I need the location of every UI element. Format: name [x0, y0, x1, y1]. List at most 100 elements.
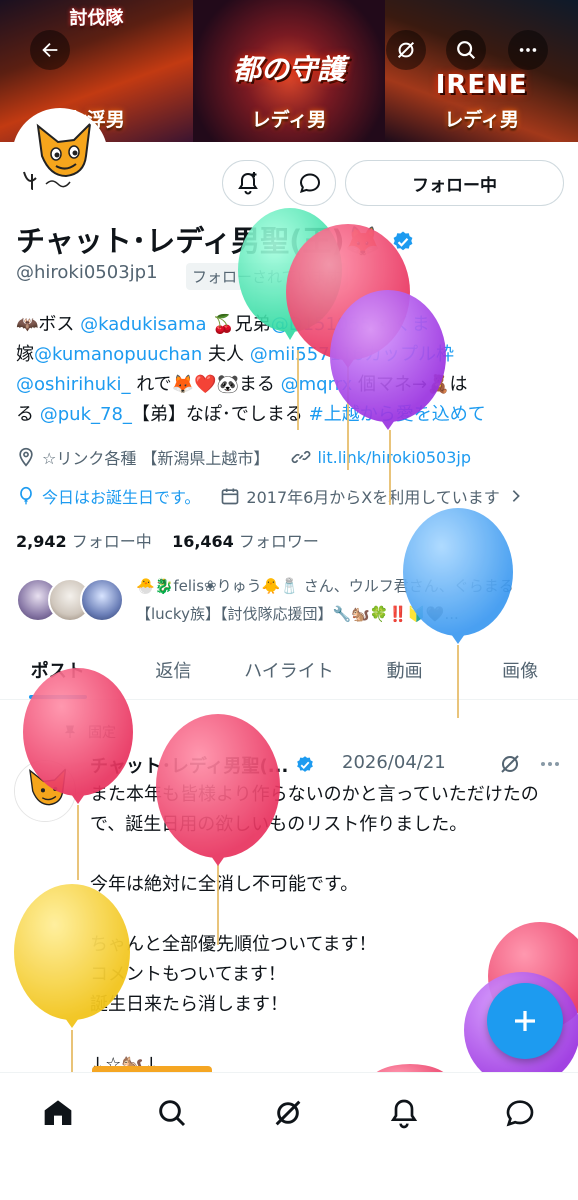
post-author-text: チャット･レディ男聖(... [90, 756, 289, 777]
messages-icon [506, 1100, 534, 1127]
tab-videos[interactable]: 動画 [347, 640, 463, 699]
location-row: ☆リンク各種 【新潟県上越市】 lit.link/hiroki0503jp [16, 445, 471, 469]
fox-mascot-avatar-icon [16, 112, 104, 200]
bottom-navigation [0, 1072, 578, 1200]
grok-icon [397, 41, 415, 59]
nav-notifications[interactable] [384, 1093, 424, 1133]
banner-panel-3: IRENE レディ男 [385, 0, 578, 142]
following-count-link[interactable]: 2,942 フォロー中 [16, 532, 152, 551]
back-button[interactable] [30, 30, 70, 70]
notify-button[interactable] [222, 160, 274, 206]
verified-badge-icon [393, 231, 413, 251]
birthday-text: 今日はお誕生日です。 [42, 488, 201, 507]
grok-icon[interactable] [498, 752, 522, 776]
bell-plus-icon [238, 172, 258, 195]
followers-count: 16,464 [172, 532, 234, 551]
tab-highlights[interactable]: ハイライト [231, 640, 347, 699]
bio-text: 嫁 [16, 344, 34, 365]
banner-panel-1-title: 討伐隊 [69, 8, 124, 29]
follows-you-badge: フォローされています [186, 263, 348, 290]
banner-panel-3-logo: IRENE [435, 70, 528, 100]
more-button[interactable] [508, 30, 548, 70]
bio-text: 個マネ→🧸は [357, 374, 468, 395]
nav-messages[interactable] [500, 1093, 540, 1133]
pin-icon [64, 725, 76, 738]
notifications-icon [390, 1099, 418, 1129]
post-author-name[interactable]: チャット･レディ男聖(... [90, 752, 315, 778]
tab-replies[interactable]: 返信 [116, 640, 232, 699]
profile-tabs: ポスト 返信 ハイライト 動画 画像 [0, 640, 578, 700]
bio-text: 🦇ボス [16, 314, 75, 335]
nav-grok[interactable] [268, 1093, 308, 1133]
mention-link[interactable]: @mii [250, 344, 296, 365]
birthday-row: 今日はお誕生日です。 2017年6月からXを利用しています [16, 484, 530, 508]
search-icon [457, 41, 476, 60]
location-text: ☆リンク各種 【新潟県上越市】 [42, 449, 270, 468]
tab-posts[interactable]: ポスト [0, 640, 116, 699]
nav-search[interactable] [152, 1093, 192, 1133]
bio-line-3: @oshirihuki_ れで🦊❤️🐼まる @mqrrx 個マネ→🧸は [16, 370, 568, 400]
chevron-right-icon[interactable] [508, 488, 524, 504]
fox-mascot-avatar-icon [15, 761, 75, 821]
bio-text: 【弟】なぽ･でしまる [131, 404, 303, 425]
followers-count-link[interactable]: 16,464 フォロワー [172, 532, 319, 551]
bio-line-2: 嫁@kumanopuuchan 夫人 @mii557116カップル枠 [16, 340, 568, 370]
banner-panel-2: 都の守護 レディ男 [192, 0, 386, 142]
nav-home[interactable] [38, 1093, 78, 1133]
post-author-avatar[interactable] [14, 760, 76, 822]
website-link[interactable]: lit.link/hiroki0503jp [317, 448, 471, 467]
follow-counts: 2,942 フォロー中 16,464 フォロワー [16, 528, 319, 552]
mention-link[interactable]: mqrrx [299, 374, 353, 395]
mention-link[interactable]: @kadukisama [80, 314, 206, 335]
mention-link[interactable]: @D [271, 314, 303, 335]
location-pin-icon [19, 447, 33, 467]
banner-panel-2-logo: 都の守護 [233, 53, 346, 86]
following-button[interactable]: フォロー中 [345, 160, 564, 206]
search-button[interactable] [446, 30, 486, 70]
verified-badge-icon [296, 756, 313, 772]
mention-link[interactable]: @oshirihuki_ [16, 374, 130, 395]
mention-link[interactable]: @ [281, 374, 299, 395]
search-icon [159, 1100, 186, 1127]
back-arrow-icon [42, 42, 58, 58]
bio-line-4: る @puk_78_【弟】なぽ･でしまる #上越から愛を込めて [16, 400, 568, 430]
profile-name-text: チャット･レディ男聖(王)🦊 [16, 224, 381, 258]
followed-by-text[interactable]: 🐣🐉felis❀りゅう🐥🧂 さん、ウルフ君さん、ぐらまる【lucky族】【討伐隊… [136, 572, 556, 628]
pinned-indicator: 固定 [62, 722, 116, 742]
banner-panel-3-caption: レディ男 [444, 109, 520, 131]
bio-text: る [16, 404, 34, 425]
bio-text: れで🦊❤️🐼まる [136, 374, 275, 395]
tab-images[interactable]: 画像 [462, 640, 578, 699]
post-date[interactable]: 2026/04/21 [342, 752, 446, 773]
avatar[interactable] [12, 108, 108, 204]
home-icon [44, 1100, 72, 1125]
bio-text: 夫人 [207, 344, 244, 365]
joined-text: 2017年6月からXを利用しています [246, 488, 500, 507]
grok-button[interactable] [386, 30, 426, 70]
following-label: フォロー中 [71, 532, 152, 551]
bio-text: 🍒兄弟 [212, 314, 271, 335]
compose-button[interactable] [487, 983, 563, 1059]
followers-label: フォロワー [238, 532, 319, 551]
more-icon [519, 48, 537, 52]
plus-icon [515, 1011, 535, 1031]
bio-text: 557116カップル枠 [295, 344, 454, 365]
message-button[interactable] [284, 160, 336, 206]
mention-link[interactable]: @kumanopuuchan [34, 344, 202, 365]
profile-handle: @hiroki0503jp1 [16, 262, 158, 283]
following-count: 2,942 [16, 532, 67, 551]
post-more-icon[interactable] [538, 752, 562, 776]
balloon-icon [20, 486, 32, 505]
profile-bio: 🦇ボス @kadukisama 🍒兄弟@D151055🐻‍❄️くま 嫁@kuma… [16, 310, 568, 430]
hashtag-link[interactable]: #上越から愛を込めて [309, 404, 486, 425]
link-icon [292, 450, 311, 464]
calendar-icon [222, 488, 239, 505]
pinned-label: 固定 [88, 725, 116, 741]
bio-text: 151055🐻‍❄️くま [302, 314, 430, 335]
followed-by-avatars[interactable] [16, 578, 126, 626]
profile-name: チャット･レディ男聖(王)🦊 [16, 218, 415, 260]
avatar [80, 578, 124, 622]
mention-link[interactable]: @puk_78_ [40, 404, 132, 425]
banner-panel-2-caption: レディ男 [251, 109, 327, 131]
bio-line-1: 🦇ボス @kadukisama 🍒兄弟@D151055🐻‍❄️くま [16, 310, 568, 340]
